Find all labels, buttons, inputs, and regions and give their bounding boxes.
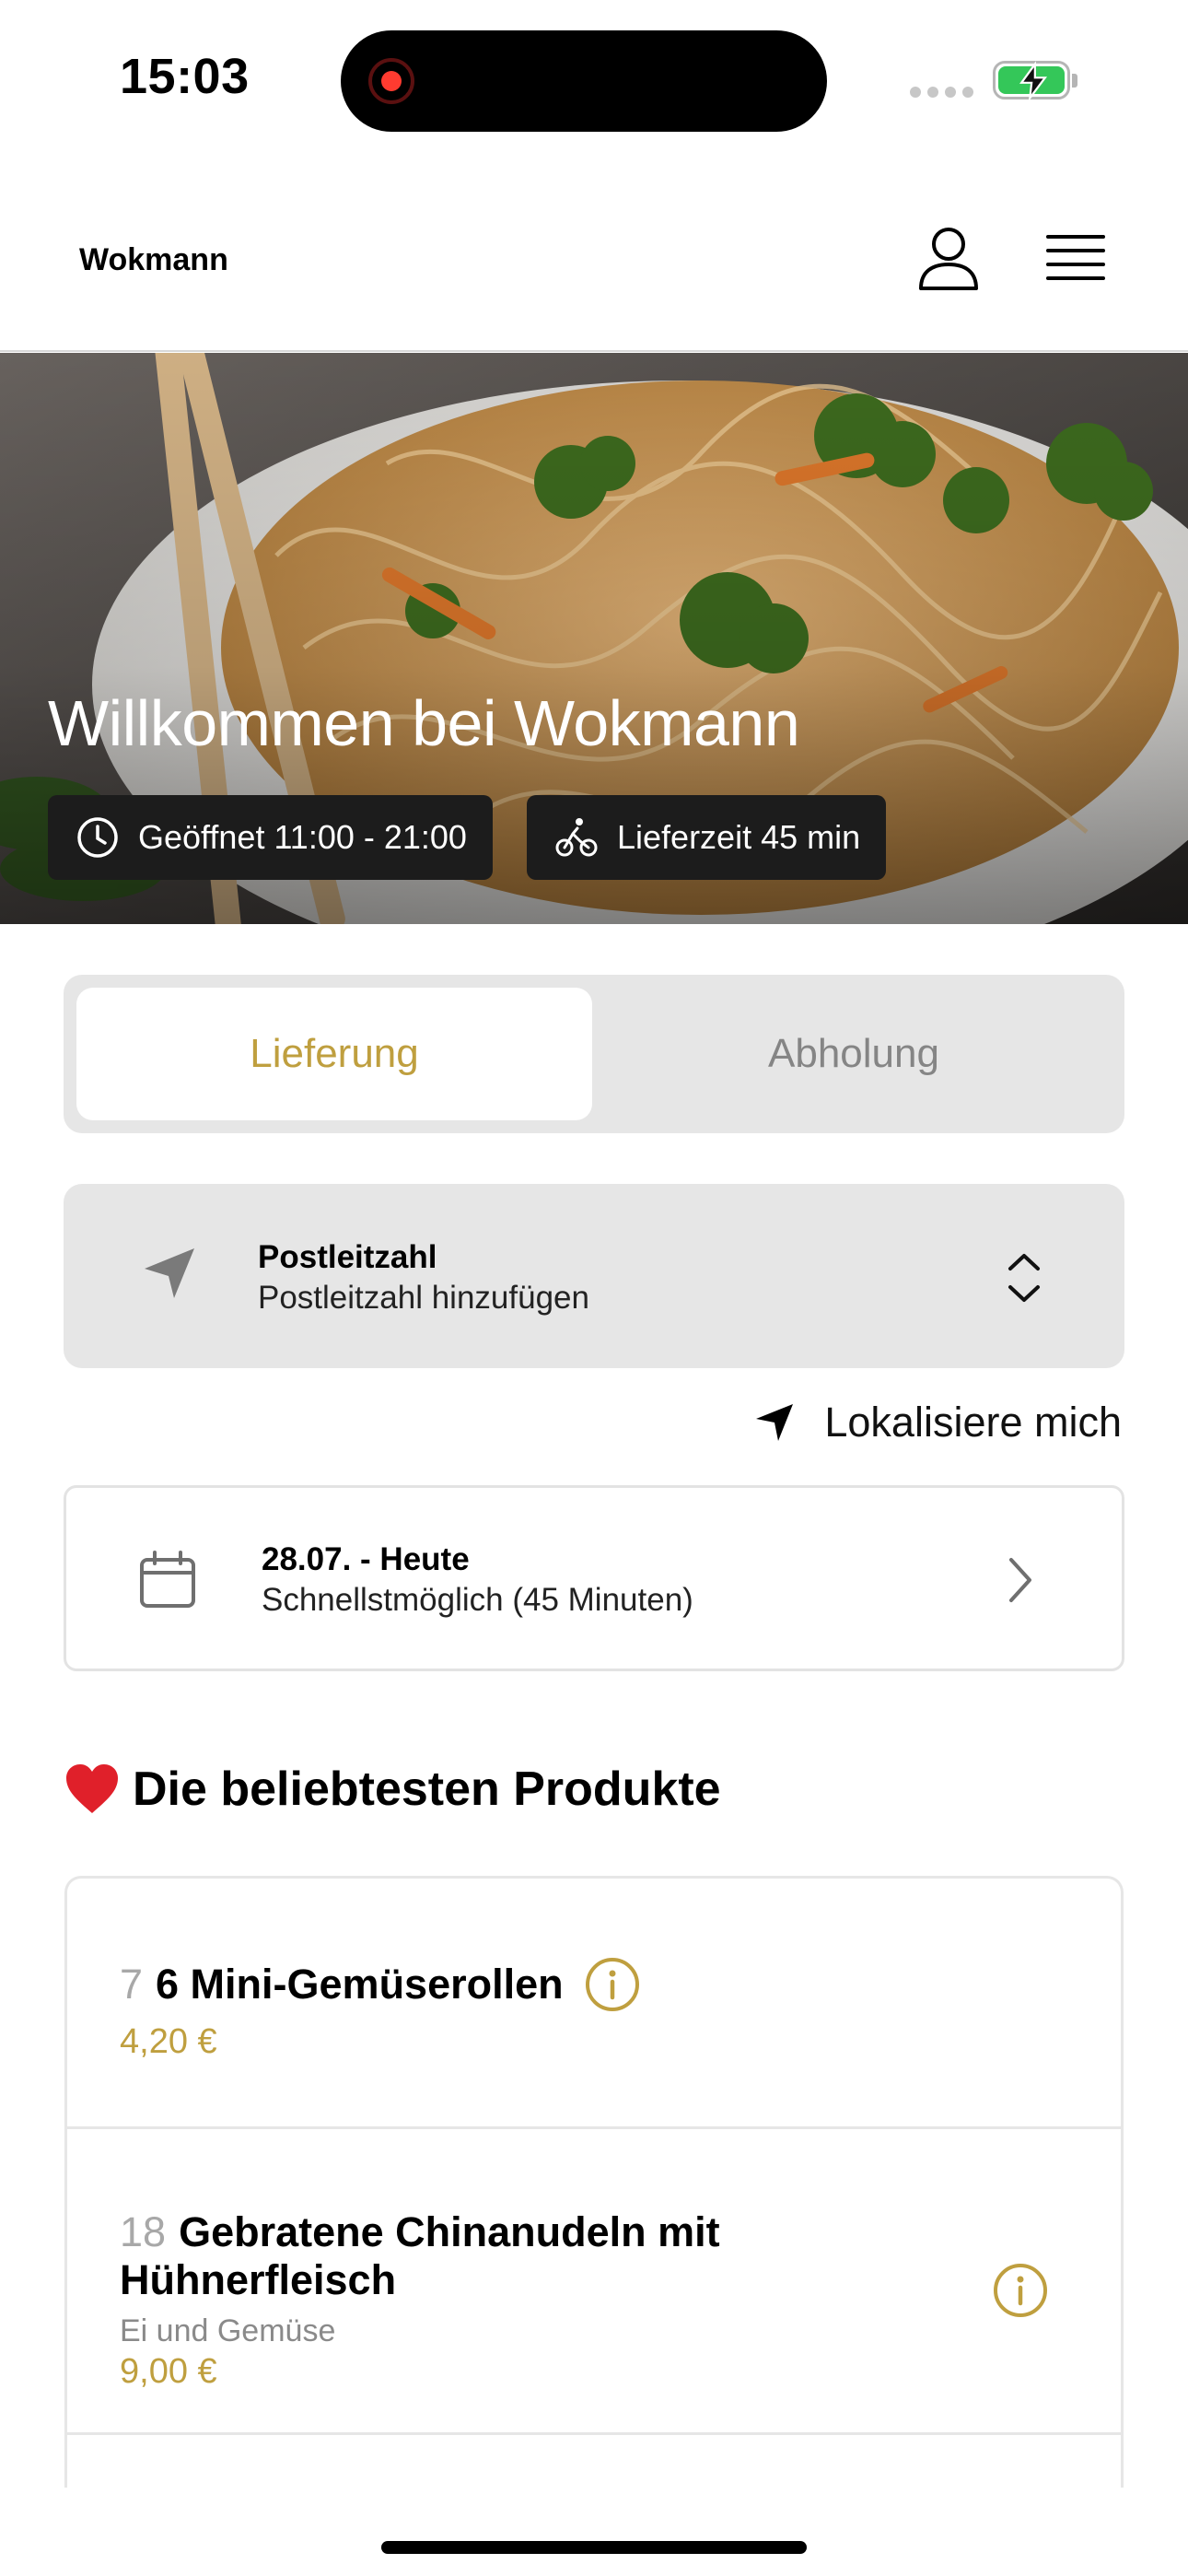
product-price: 9,00 €: [120, 2352, 217, 2391]
status-bar: 15:03: [0, 0, 1188, 161]
product-price: 4,20 €: [120, 2022, 217, 2061]
locate-me-button[interactable]: Lokalisiere mich: [752, 1399, 1122, 1446]
product-item[interactable]: [67, 2435, 1121, 2488]
bicycle-courier-icon: [555, 818, 598, 857]
product-number: 7: [120, 1961, 144, 2008]
chevron-right-icon: [1009, 1558, 1031, 1602]
dynamic-island: [341, 30, 827, 132]
delivery-time-option: Schnellstmöglich (45 Minuten): [262, 1582, 693, 1618]
hero-title: Willkommen bei Wokmann: [48, 687, 800, 759]
popular-products-list: 7 6 Mini-Gemüserollen 4,20 € 18 Gebratene …: [64, 1876, 1124, 2488]
product-description: Ei und Gemüse: [120, 2313, 336, 2348]
product-name: 6 Mini-Gemüserollen: [156, 1961, 564, 2008]
product-title: 18 Gebratene Chinanudeln mit Hühnerfleisc…: [120, 2208, 875, 2304]
product-item[interactable]: 18 Gebratene Chinanudeln mit Hühnerfleisc…: [67, 2129, 1121, 2435]
calendar-icon: [140, 1551, 195, 1608]
signal-icon: [910, 87, 973, 98]
clock-icon: [77, 817, 118, 858]
chevron-up-down-icon: [1008, 1254, 1040, 1302]
product-name: Gebratene Chinanudeln mit Hühnerfleisch: [120, 2208, 720, 2303]
info-icon[interactable]: [584, 1956, 641, 2013]
battery-tip: [1072, 74, 1077, 88]
person-outline-icon: [919, 228, 978, 290]
screen-recording-icon: [368, 58, 414, 104]
heart-icon: [66, 1764, 118, 1813]
battery-icon: [993, 61, 1070, 101]
delivery-date-selector[interactable]: 28.07. - Heute Schnellstmöglich (45 Minu…: [64, 1485, 1124, 1671]
delivery-date: 28.07. - Heute: [262, 1541, 470, 1577]
tab-delivery[interactable]: Lieferung: [76, 988, 592, 1120]
location-arrow-icon: [145, 1248, 194, 1298]
menu-button[interactable]: [1039, 228, 1112, 292]
product-title: 7 6 Mini-Gemüserollen: [120, 1956, 641, 2013]
product-item[interactable]: 7 6 Mini-Gemüserollen 4,20 €: [67, 1879, 1121, 2129]
info-icon[interactable]: [992, 2262, 1049, 2319]
delivery-time-badge: Lieferzeit 45 min: [527, 795, 887, 880]
brand-name[interactable]: Wokmann: [79, 242, 228, 278]
hero-banner: Willkommen bei Wokmann Geöffnet 11:00 - …: [0, 353, 1188, 924]
navigation-arrow-icon: [756, 1404, 794, 1441]
popular-products-heading: Die beliebtesten Produkte: [64, 1762, 721, 1817]
opening-hours-badge: Geöffnet 11:00 - 21:00: [48, 795, 493, 880]
status-time: 15:03: [120, 49, 250, 104]
postcode-field[interactable]: Postleitzahl hinzufügen: [258, 1280, 589, 1317]
postcode-label: Postleitzahl: [258, 1239, 437, 1275]
order-mode-toggle: Lieferung Abholung: [64, 975, 1124, 1133]
product-number: 18: [120, 2208, 167, 2255]
opening-hours-text: Geöffnet 11:00 - 21:00: [138, 818, 467, 856]
app-header: Wokmann: [0, 161, 1188, 352]
tab-pickup[interactable]: Abholung: [596, 988, 1112, 1120]
hamburger-menu-icon: [1046, 235, 1105, 280]
home-indicator[interactable]: [381, 2541, 807, 2554]
postcode-selector[interactable]: Postleitzahl Postleitzahl hinzufügen: [64, 1184, 1124, 1368]
locate-me-label: Lokalisiere mich: [824, 1399, 1122, 1446]
profile-button[interactable]: [912, 222, 985, 296]
popular-products-title: Die beliebtesten Produkte: [133, 1762, 721, 1816]
delivery-time-text: Lieferzeit 45 min: [617, 818, 861, 856]
